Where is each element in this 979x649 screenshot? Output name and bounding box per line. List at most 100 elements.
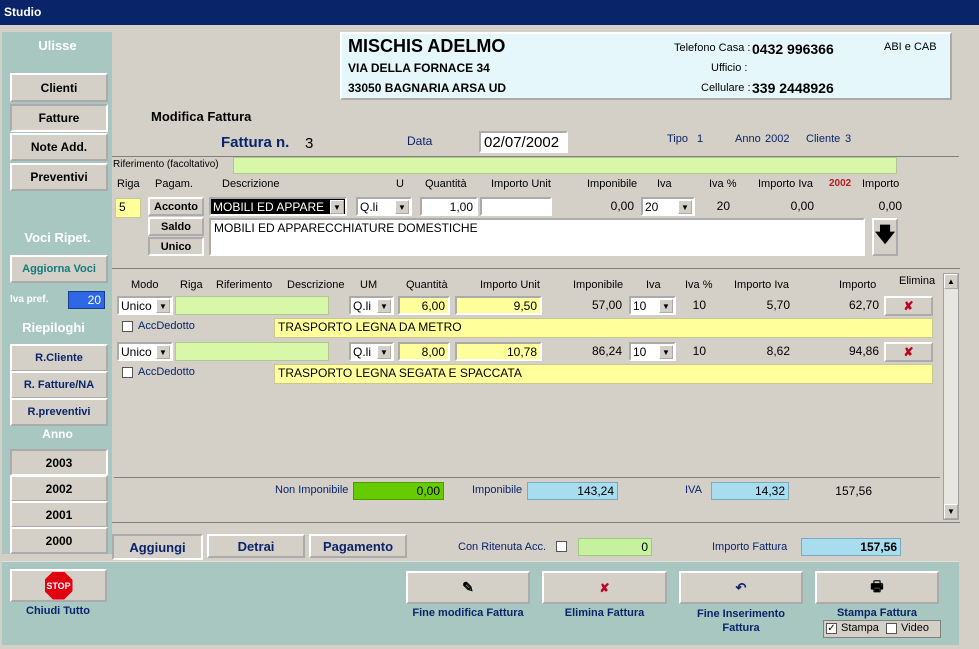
line2-riferimento-field[interactable]	[175, 342, 329, 361]
iva-pct-value: 20	[716, 199, 730, 213]
lines-hdr-um: UM	[360, 279, 378, 291]
line2-accdedotto-label: AccDedotto	[138, 366, 195, 378]
importo-unit-field[interactable]	[480, 197, 552, 216]
ritenuta-checkbox[interactable]	[556, 541, 567, 552]
lines-hdr-iva-pct: Iva %	[685, 279, 713, 291]
rif-label: Riferimento (facoltativo)	[113, 159, 219, 170]
fine-modifica-button[interactable]: ✎	[406, 571, 530, 604]
anno-2002-button[interactable]: 2002	[10, 475, 108, 502]
printer-icon: 🖶	[870, 577, 884, 594]
non-imponibile-field: 0,00	[353, 482, 444, 500]
line1-um-select[interactable]: Q.li ▼	[349, 296, 394, 315]
chevron-down-icon[interactable]: ▼	[377, 299, 391, 313]
section-title: Modifica Fattura	[151, 109, 252, 124]
stampa-checkbox[interactable]: ✓	[826, 623, 837, 634]
line1-modo-select[interactable]: Unico ▼	[117, 296, 173, 315]
line2-importo-unit-field[interactable]: 10,78	[455, 342, 542, 361]
line1-riferimento-field[interactable]	[175, 296, 329, 315]
scroll-up-icon[interactable]: ▲	[944, 274, 958, 289]
unico-button[interactable]: Unico	[148, 237, 204, 256]
chevron-down-icon[interactable]: ▼	[377, 345, 391, 359]
nav-fatture[interactable]: Fatture	[10, 104, 108, 132]
nav-note-add[interactable]: Note Add.	[10, 133, 108, 161]
tab-detrai[interactable]: Detrai	[207, 534, 305, 558]
lines-hdr-importo-unit: Importo Unit	[480, 279, 540, 291]
line1-elimina-button[interactable]: ✘	[884, 296, 933, 316]
anno-2003-button[interactable]: 2003	[10, 449, 108, 476]
tab-pagamento[interactable]: Pagamento	[309, 534, 407, 558]
date-field[interactable]: 02/07/2002	[479, 131, 568, 153]
chevron-down-icon[interactable]: ▼	[156, 345, 170, 359]
hdr-quantita: Quantità	[425, 178, 467, 190]
line2-modo: Unico	[121, 345, 152, 359]
hdr-pagam: Pagam.	[155, 178, 193, 190]
line1-um: Q.li	[353, 299, 371, 313]
line2-um-select[interactable]: Q.li ▼	[349, 342, 394, 361]
line2-quantita-field[interactable]: 8,00	[398, 342, 450, 361]
riepilogo-cliente-button[interactable]: R.Cliente	[10, 344, 108, 372]
chevron-down-icon[interactable]: ▼	[678, 200, 692, 214]
video-label: Video	[901, 622, 929, 634]
nav-preventivi[interactable]: Preventivi	[10, 163, 108, 191]
scroll-down-icon[interactable]: ▼	[944, 504, 958, 519]
voci-header: Voci Ripet.	[24, 230, 91, 245]
iva-select[interactable]: 20 ▼	[641, 197, 695, 216]
um-value: Q.li	[360, 200, 378, 214]
line2-elimina-button[interactable]: ✘	[884, 342, 933, 362]
line2-iva: 10	[633, 345, 647, 359]
lines-hdr-imponibile: Imponibile	[573, 279, 624, 291]
saldo-button[interactable]: Saldo	[148, 217, 204, 236]
chevron-down-icon[interactable]: ▼	[659, 345, 673, 359]
line2-iva-select[interactable]: 10 ▼	[629, 342, 676, 361]
line1-importo-unit-field[interactable]: 9,50	[455, 296, 542, 315]
iva-pref-label: Iva pref.	[10, 294, 49, 305]
undo-icon: ↶	[735, 579, 747, 595]
nav-clienti[interactable]: Clienti	[10, 73, 108, 102]
stampa-fattura-button[interactable]: 🖶	[815, 571, 939, 604]
ritenuta-field[interactable]: 0	[578, 538, 652, 556]
line1-quantita-field[interactable]: 6,00	[398, 296, 450, 315]
line2-modo-select[interactable]: Unico ▼	[117, 342, 173, 361]
chevron-down-icon[interactable]: ▼	[395, 200, 409, 214]
iva-value: 20	[645, 200, 659, 214]
hdr-imponibile: Imponibile	[587, 178, 638, 190]
tab-aggiungi[interactable]: Aggiungi	[112, 534, 203, 560]
riepilogo-fatture-button[interactable]: R. Fatture/NA	[10, 371, 108, 399]
arrow-down-icon: 🡇	[874, 224, 896, 246]
descrizione-long-field[interactable]: MOBILI ED APPARECCHIATURE DOMESTICHE	[209, 218, 865, 256]
lines-hdr-importo-iva: Importo Iva	[734, 279, 790, 291]
fine-inserimento-button[interactable]: ↶	[679, 571, 803, 604]
line1-accdedotto-checkbox[interactable]	[122, 321, 133, 332]
anno-2000-button[interactable]: 2000	[10, 527, 108, 554]
non-imponibile-label: Non Imponibile	[275, 484, 349, 496]
line1-importo-iva: 5,70	[766, 298, 790, 312]
acconto-button[interactable]: Acconto	[148, 197, 204, 216]
chiudi-tutto-button[interactable]: STOP	[10, 569, 107, 602]
descrizione-select[interactable]: MOBILI ED APPARE ▼	[209, 197, 347, 216]
um-select[interactable]: Q.li ▼	[356, 197, 412, 216]
line2-descrizione-field[interactable]: TRASPORTO LEGNA SEGATA E SPACCATA	[274, 364, 933, 384]
chevron-down-icon[interactable]: ▼	[156, 299, 170, 313]
client-address1: VIA DELLA FORNACE 34	[348, 61, 490, 75]
quantita-field[interactable]: 1,00	[420, 197, 478, 216]
anno-2001-button[interactable]: 2001	[10, 501, 108, 528]
line1-iva-select[interactable]: 10 ▼	[629, 296, 676, 315]
descrizione-value: MOBILI ED APPARE	[213, 200, 325, 214]
line2-importo: 94,86	[848, 344, 879, 358]
elimina-fattura-button[interactable]: ✘	[542, 571, 667, 604]
line1-descrizione-field[interactable]: TRASPORTO LEGNA DA METRO	[274, 318, 933, 338]
tipo-label: Tipo	[667, 133, 688, 145]
video-checkbox[interactable]	[886, 623, 897, 634]
aggiorna-voci-button[interactable]: Aggiorna Voci	[10, 255, 108, 283]
chevron-down-icon[interactable]: ▼	[330, 200, 344, 214]
down-arrow-button[interactable]: 🡇	[872, 218, 898, 256]
rif-field[interactable]	[233, 157, 897, 174]
lines-scrollbar[interactable]: ▲ ▼	[943, 273, 959, 520]
line2-accdedotto-checkbox[interactable]	[122, 367, 133, 378]
riga-field[interactable]: 5	[115, 198, 141, 218]
imponibile-total-field: 143,24	[527, 482, 618, 500]
fine-modifica-label: Fine modifica Fattura	[412, 607, 524, 619]
iva-pref-field[interactable]: 20	[68, 291, 105, 309]
riepilogo-preventivi-button[interactable]: R.preventivi	[10, 398, 108, 426]
chevron-down-icon[interactable]: ▼	[659, 299, 673, 313]
